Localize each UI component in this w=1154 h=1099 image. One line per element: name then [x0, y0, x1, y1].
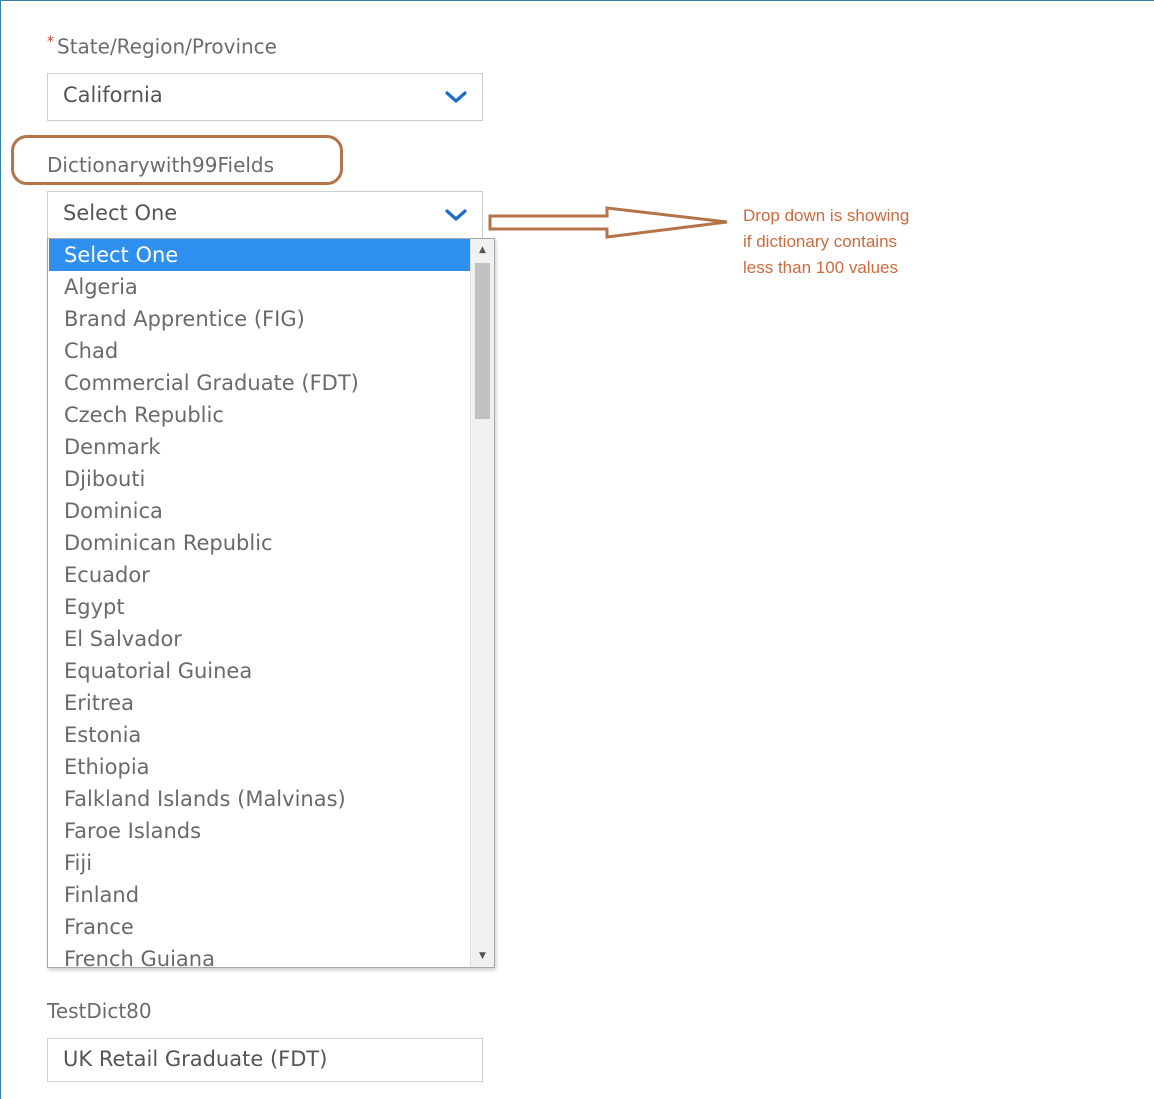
- dropdown-option[interactable]: France: [49, 911, 470, 943]
- form-page: * State/Region/Province California Dictio…: [0, 0, 1154, 1099]
- dropdown-option[interactable]: Chad: [49, 335, 470, 367]
- dropdown-option[interactable]: Commercial Graduate (FDT): [49, 367, 470, 399]
- dropdown-option[interactable]: Finland: [49, 879, 470, 911]
- dropdown-option[interactable]: Estonia: [49, 719, 470, 751]
- required-marker: *: [47, 34, 54, 50]
- chevron-down-icon: [445, 209, 467, 221]
- annotation-note: Drop down is showing if dictionary conta…: [743, 203, 909, 281]
- test-field-label: TestDict80: [47, 999, 152, 1023]
- dropdown-option[interactable]: Brand Apprentice (FIG): [49, 303, 470, 335]
- dropdown-option[interactable]: Egypt: [49, 591, 470, 623]
- label-highlight-outline: [11, 135, 343, 185]
- dict-select[interactable]: Select One: [47, 191, 483, 239]
- dict-dropdown-list[interactable]: Select One Algeria Brand Apprentice (FIG…: [47, 238, 495, 968]
- scrollbar-thumb[interactable]: [475, 263, 490, 419]
- dropdown-option[interactable]: Djibouti: [49, 463, 470, 495]
- chevron-down-icon: [445, 91, 467, 103]
- test-field-input[interactable]: UK Retail Graduate (FDT): [47, 1038, 483, 1082]
- dropdown-option[interactable]: Falkland Islands (Malvinas): [49, 783, 470, 815]
- scroll-up-arrow-icon[interactable]: ▲: [471, 239, 494, 261]
- dropdown-option[interactable]: Czech Republic: [49, 399, 470, 431]
- dropdown-option[interactable]: El Salvador: [49, 623, 470, 655]
- dropdown-option[interactable]: Equatorial Guinea: [49, 655, 470, 687]
- dropdown-option[interactable]: Algeria: [49, 271, 470, 303]
- dropdown-option[interactable]: French Guiana: [49, 943, 470, 967]
- state-field-label: * State/Region/Province: [47, 34, 277, 59]
- annotation-note-line: Drop down is showing: [743, 206, 910, 225]
- dropdown-option[interactable]: Fiji: [49, 847, 470, 879]
- dropdown-scrollbar[interactable]: ▲ ▼: [470, 239, 494, 967]
- dropdown-option[interactable]: Dominican Republic: [49, 527, 470, 559]
- scroll-down-arrow-icon[interactable]: ▼: [471, 945, 494, 967]
- state-select-value: California: [63, 83, 163, 107]
- dropdown-option[interactable]: Eritrea: [49, 687, 470, 719]
- dropdown-option[interactable]: Denmark: [49, 431, 470, 463]
- annotation-note-line: less than 100 values: [743, 258, 898, 277]
- dropdown-option[interactable]: Faroe Islands: [49, 815, 470, 847]
- annotation-arrow-icon: [488, 206, 728, 239]
- dict-select-value: Select One: [63, 201, 178, 225]
- state-select[interactable]: California: [47, 73, 483, 121]
- dropdown-option[interactable]: Dominica: [49, 495, 470, 527]
- dropdown-option[interactable]: Select One: [49, 239, 470, 271]
- dropdown-option[interactable]: Ecuador: [49, 559, 470, 591]
- annotation-note-line: if dictionary contains: [743, 232, 898, 251]
- dropdown-option[interactable]: Ethiopia: [49, 751, 470, 783]
- test-field-value: UK Retail Graduate (FDT): [63, 1047, 328, 1071]
- state-field-label-text: State/Region/Province: [57, 34, 277, 59]
